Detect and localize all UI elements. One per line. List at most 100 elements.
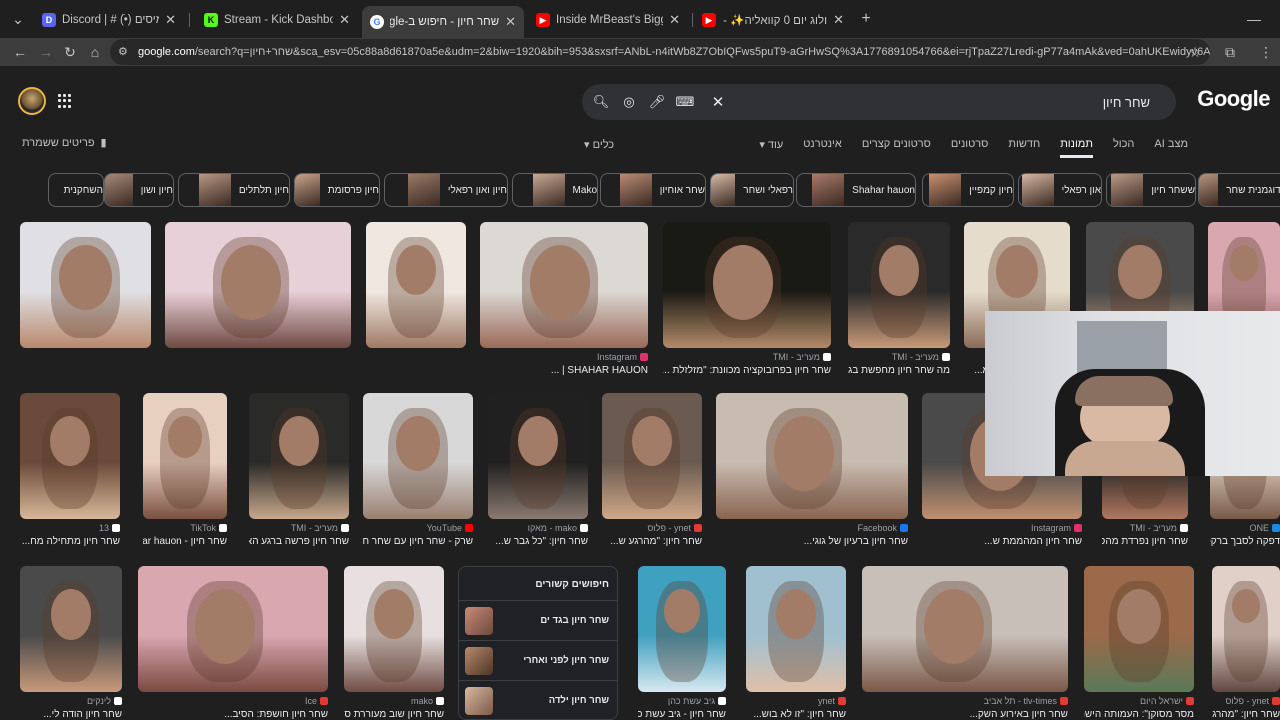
image-thumbnail[interactable] xyxy=(663,222,831,348)
google-logo[interactable]: Google xyxy=(1197,86,1270,112)
image-result[interactable]: Facebook שחר חיון ברעיון של גוגי... xyxy=(716,393,908,549)
image-result[interactable]: 13 שחר חיון מתחילה מח... xyxy=(20,393,120,549)
address-bar[interactable]: ⚙ google.com/search?q=שחר+חיון&sca_esv=0… xyxy=(110,39,1210,65)
image-result[interactable]: מעריב - TMI שחר חיון פרשה ברגע האחרון - ה… xyxy=(249,393,349,549)
image-result[interactable]: מעריב - TMI מה שחר חיון מחפשת בגבר? הופתע… xyxy=(848,222,950,378)
image-thumbnail[interactable] xyxy=(746,566,846,692)
result-source[interactable]: Facebook xyxy=(857,523,908,533)
search-icon[interactable]: 🔍︎ xyxy=(592,93,610,111)
result-source[interactable]: Ice xyxy=(305,696,328,706)
image-thumbnail[interactable] xyxy=(1212,566,1280,692)
related-chip[interactable]: ששחר חיון xyxy=(1106,173,1196,207)
result-caption[interactable]: שחר חיון בפרובוקציה מכוונת: "מזלזלת ... xyxy=(663,365,831,376)
result-caption[interactable]: שחר חיון: "מהרגע ש... xyxy=(602,536,702,547)
result-caption[interactable]: שחר חיון - shahar hauon: השיח... xyxy=(143,536,227,547)
image-result[interactable]: tlv-times - תל אביב שחר חיון באירוע השק..… xyxy=(862,566,1068,720)
result-source[interactable]: גיב עשת כהן xyxy=(668,696,726,706)
image-result[interactable] xyxy=(366,222,466,378)
tab-kick[interactable]: K Stream - Kick Dashboard ✕ xyxy=(196,6,358,34)
image-thumbnail[interactable] xyxy=(862,566,1068,692)
tab-youtube-vlog[interactable]: ▶ ולוג יום 0 קוואליה✨ - YouTube ✕ xyxy=(694,6,852,34)
result-source[interactable]: tlv-times - תל אביב xyxy=(984,696,1068,706)
image-thumbnail[interactable] xyxy=(602,393,702,519)
image-thumbnail[interactable] xyxy=(20,566,122,692)
result-caption[interactable]: שחר חיון: "מהרגע שה... xyxy=(1212,709,1280,720)
related-chip[interactable]: חיון פרסומת xyxy=(294,173,380,207)
lens-icon[interactable]: ◎ xyxy=(620,93,638,111)
close-tab-icon[interactable]: ✕ xyxy=(165,12,176,28)
image-thumbnail[interactable] xyxy=(366,222,466,348)
result-source[interactable]: ישראל היום xyxy=(1140,696,1194,706)
new-tab-icon[interactable]: + xyxy=(856,9,876,29)
result-caption[interactable]: שחר חיון: "זו לא בוש... xyxy=(746,709,846,720)
home-icon[interactable]: ⌂ xyxy=(85,42,105,62)
extensions-icon[interactable]: ⧉ xyxy=(1220,42,1240,62)
result-caption[interactable]: מה שחר חיון מחפשת בגבר? הופתענו מ... xyxy=(848,365,950,376)
related-chip[interactable]: שחר אוחיון xyxy=(600,173,706,207)
voice-search-icon[interactable]: 🎤︎ xyxy=(648,93,666,111)
image-thumbnail[interactable] xyxy=(138,566,328,692)
result-caption[interactable]: שחר חיון שוב מעוררת סערה: "נעשה הכל בשבי… xyxy=(344,709,444,720)
image-thumbnail[interactable] xyxy=(20,222,151,348)
related-chip[interactable]: השחקנית xyxy=(48,173,104,207)
related-chip[interactable]: הדוגמנית שחר xyxy=(1198,173,1280,207)
result-caption[interactable]: SHAHAR HAUON | ... xyxy=(480,365,648,376)
close-tab-icon[interactable]: ✕ xyxy=(339,12,350,28)
result-source[interactable]: YouTube xyxy=(427,523,473,533)
result-source[interactable]: מעריב - TMI xyxy=(773,352,831,362)
result-caption[interactable]: שחר חיון: "כל גבר ש... xyxy=(488,536,588,547)
image-thumbnail[interactable] xyxy=(20,393,120,519)
image-thumbnail[interactable] xyxy=(716,393,908,519)
result-caption[interactable]: שחר חיון באירוע השק... xyxy=(862,709,1068,720)
back-icon[interactable]: ← xyxy=(10,42,30,62)
image-thumbnail[interactable] xyxy=(363,393,473,519)
site-info-icon[interactable]: ⚙ xyxy=(118,45,128,58)
filter-all[interactable]: הכול xyxy=(1113,138,1134,158)
forward-icon[interactable]: → xyxy=(36,42,56,62)
close-tab-icon[interactable]: ✕ xyxy=(505,14,516,30)
search-input[interactable]: שחר חיון xyxy=(1103,95,1150,110)
image-result[interactable] xyxy=(165,222,351,378)
related-chip[interactable]: רפאלי ושחר xyxy=(710,173,794,207)
result-caption[interactable]: דפקה לסבך ברקס xyxy=(1210,536,1280,547)
filter-ai-mode[interactable]: מצב AI xyxy=(1154,138,1188,158)
result-source[interactable]: mako - מאקו xyxy=(528,523,588,533)
filter-videos[interactable]: סרטונים xyxy=(951,138,989,158)
result-caption[interactable]: שרק - שחר חיון עם שחר חיון (Prod. by MST… xyxy=(363,536,473,547)
result-source[interactable]: Instagram xyxy=(597,352,648,362)
result-source[interactable]: TikTok xyxy=(190,523,227,533)
image-result[interactable] xyxy=(20,222,151,378)
related-chip[interactable]: חיון ואון רפאלי xyxy=(384,173,508,207)
image-result[interactable]: Ice שחר חיון חושפת: הסיב... xyxy=(138,566,328,720)
result-caption[interactable]: מסר מסוקן": העמותה הישראלית לסרטן העור .… xyxy=(1084,709,1194,720)
result-caption[interactable]: שחר חיון חושפת: הסיב... xyxy=(138,709,328,720)
image-result[interactable]: ישראל היום מסר מסוקן": העמותה הישראלית לס… xyxy=(1084,566,1194,720)
search-box[interactable]: שחר חיון xyxy=(582,84,1176,120)
filter-news[interactable]: חדשות xyxy=(1008,138,1040,158)
result-caption[interactable]: שחר חיון הודה לי... xyxy=(20,709,122,720)
image-thumbnail[interactable] xyxy=(480,222,648,348)
image-thumbnail[interactable] xyxy=(848,222,950,348)
related-search-item[interactable]: שחר חיון לפני ואחרי xyxy=(459,640,617,680)
reload-icon[interactable]: ↻ xyxy=(60,42,80,62)
result-source[interactable]: ynet xyxy=(818,696,846,706)
related-chip[interactable]: Mako xyxy=(512,173,598,207)
close-tab-icon[interactable]: ✕ xyxy=(669,12,680,28)
filter-images[interactable]: תמונות xyxy=(1060,138,1093,158)
clear-search-icon[interactable]: ✕ xyxy=(709,93,727,111)
result-source[interactable]: mako xyxy=(411,696,444,706)
image-result[interactable]: גיב עשת כהן שחר חיון - גיב עשת כהן xyxy=(638,566,726,720)
image-result[interactable]: ynet - פלוס שחר חיון: "מהרגע ש... xyxy=(602,393,702,549)
tab-discord[interactable]: D Discord | # (ֿ•ֿ) תוצאות&מיסים ✕ xyxy=(34,6,184,34)
related-chip[interactable]: חיון קמפיין xyxy=(922,173,1014,207)
saved-items-link[interactable]: פריטים ששמרת ▮ xyxy=(22,136,107,150)
image-result[interactable]: TikTok שחר חיון - shahar hauon: השיח... xyxy=(143,393,227,549)
related-chip[interactable]: Shahar hauon xyxy=(796,173,916,207)
image-result[interactable]: Instagram SHAHAR HAUON | ... xyxy=(480,222,648,378)
image-result[interactable]: YouTube שרק - שחר חיון עם שחר חיון (Prod.… xyxy=(363,393,473,549)
result-source[interactable]: ynet - פלוס xyxy=(647,523,702,533)
tab-google-search[interactable]: G שחר חיון - חיפוש ב-Google ✕ xyxy=(362,6,524,38)
tab-search-icon[interactable]: ⌄ xyxy=(8,9,28,29)
menu-icon[interactable]: ⋮ xyxy=(1256,42,1276,62)
result-source[interactable]: מעריב - TMI xyxy=(892,352,950,362)
